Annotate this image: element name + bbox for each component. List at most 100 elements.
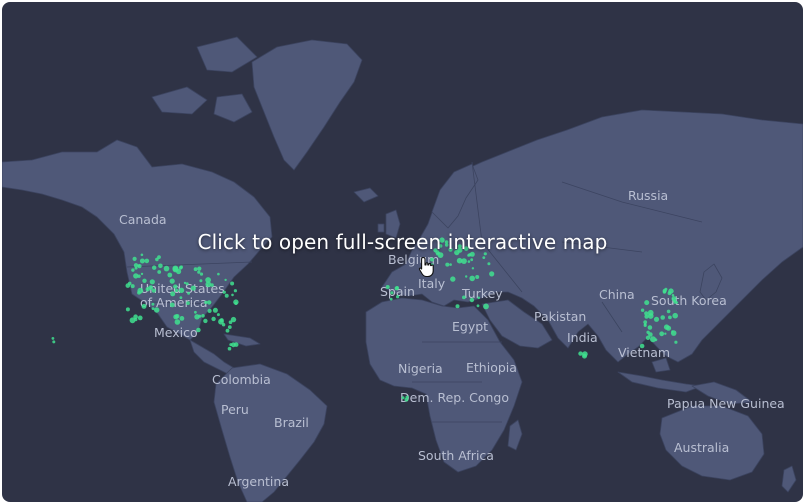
location-dot: [469, 297, 475, 303]
location-dot: [197, 266, 202, 271]
location-dot: [449, 263, 452, 266]
world-map[interactable]: Canada United States of America Mexico C…: [2, 2, 803, 502]
label-colombia: Colombia: [212, 372, 271, 387]
location-dot: [475, 275, 480, 279]
location-dot: [465, 275, 468, 278]
location-dot: [390, 291, 394, 295]
location-dot: [197, 270, 201, 274]
location-dot: [667, 291, 672, 296]
location-dot: [52, 340, 56, 344]
location-dot: [199, 279, 203, 283]
location-dot: [674, 340, 678, 344]
location-dot: [141, 303, 147, 309]
location-dot: [152, 265, 157, 270]
land-madagascar: [507, 419, 523, 451]
label-ethiopia: Ethiopia: [466, 360, 517, 375]
location-dot: [199, 272, 204, 276]
location-dot: [673, 299, 676, 303]
location-dot: [664, 332, 667, 335]
label-south-africa: South Africa: [418, 448, 494, 463]
location-dot: [183, 281, 187, 285]
location-dot: [672, 312, 678, 319]
location-dot: [194, 314, 200, 320]
location-dot: [211, 316, 216, 322]
location-dot: [157, 255, 161, 259]
location-dot: [470, 258, 474, 262]
location-dot: [134, 318, 138, 322]
land-greenland: [251, 39, 363, 171]
location-dot: [228, 320, 233, 325]
land-central-america: [189, 339, 235, 375]
location-dot: [133, 273, 139, 279]
label-pakistan: Pakistan: [534, 309, 586, 324]
label-turkey: Turkey: [461, 286, 503, 301]
label-argentina: Argentina: [228, 474, 289, 489]
location-dot: [233, 342, 239, 347]
location-dot: [646, 330, 650, 334]
location-dot: [174, 288, 179, 293]
location-dot: [169, 278, 175, 284]
open-map-cta[interactable]: Click to open full-screen interactive ma…: [2, 230, 803, 254]
location-dot: [216, 313, 220, 317]
location-dot: [178, 266, 183, 270]
location-dot: [476, 304, 480, 308]
location-dot: [662, 288, 667, 293]
location-dot: [578, 351, 583, 356]
location-dot: [225, 328, 230, 333]
location-dot: [196, 327, 201, 333]
location-dot: [194, 310, 197, 314]
location-dot: [204, 300, 208, 305]
location-dot: [190, 285, 196, 291]
location-dot: [142, 278, 147, 283]
label-china: China: [599, 287, 635, 302]
location-dot: [178, 287, 185, 293]
location-dot: [151, 307, 155, 310]
location-dot: [653, 316, 660, 322]
location-dot: [167, 272, 173, 278]
location-dot: [487, 262, 491, 266]
location-dot: [137, 264, 140, 268]
label-brazil: Brazil: [274, 415, 309, 430]
location-dot: [666, 309, 671, 314]
hand-pointer-icon: [418, 256, 436, 282]
location-dot: [221, 323, 226, 327]
label-australia: Australia: [674, 440, 729, 455]
location-dot: [224, 293, 229, 298]
location-dot: [663, 324, 670, 330]
label-india: India: [567, 330, 598, 345]
location-dot: [639, 343, 645, 349]
label-canada: Canada: [119, 212, 167, 227]
label-usa-line2: of America: [140, 295, 208, 310]
location-dot: [671, 294, 675, 297]
location-dot: [149, 279, 155, 285]
location-dot: [230, 281, 235, 286]
location-dot: [469, 275, 476, 282]
location-dot: [396, 295, 400, 299]
location-dot: [157, 270, 162, 274]
location-dot: [179, 296, 183, 299]
location-dot: [659, 331, 665, 337]
location-dot: [219, 318, 224, 323]
location-dot: [173, 284, 178, 289]
location-dot: [174, 319, 181, 325]
label-papua-new-guinea: Papua New Guinea: [667, 396, 785, 411]
location-dot: [134, 266, 138, 270]
location-dot: [405, 395, 409, 399]
location-dot: [163, 265, 170, 272]
location-dot: [445, 262, 450, 267]
location-dot: [151, 302, 155, 306]
location-dot: [389, 297, 393, 301]
location-dot: [169, 302, 175, 308]
location-dot: [483, 303, 489, 310]
location-dot: [229, 343, 233, 347]
location-dot: [234, 302, 238, 305]
location-dot: [644, 300, 650, 306]
location-dot: [170, 291, 176, 297]
location-dot: [186, 301, 190, 305]
label-vietnam: Vietnam: [618, 345, 670, 360]
location-dot: [137, 290, 141, 295]
location-dot: [125, 307, 130, 312]
location-dot: [187, 291, 191, 295]
location-dot: [462, 295, 466, 300]
location-dot: [233, 289, 237, 293]
